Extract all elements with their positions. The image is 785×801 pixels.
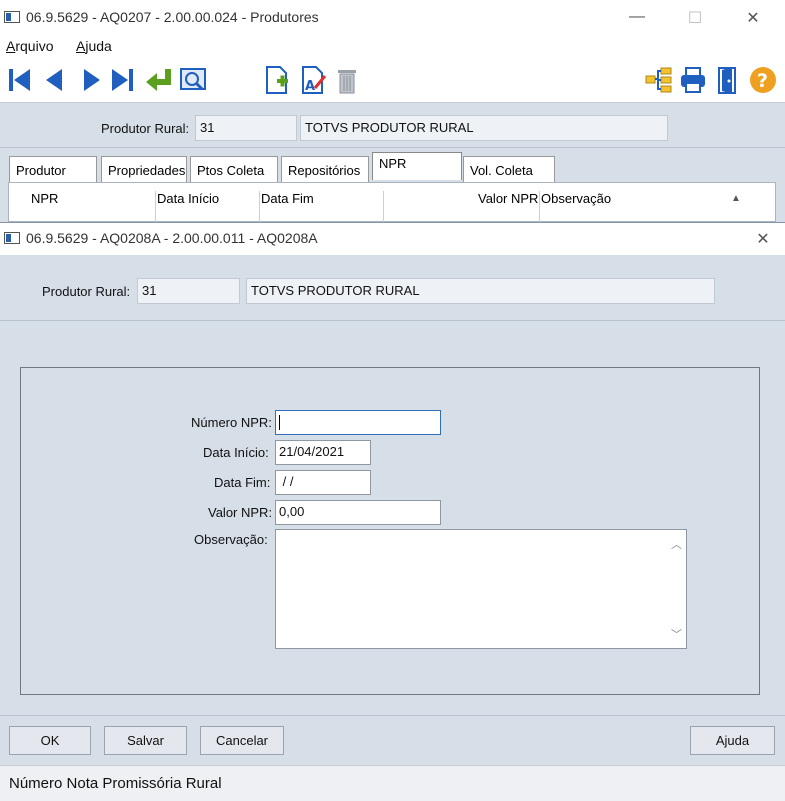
npr-grid[interactable]: NPR Data Início Data Fim Valor NPR Obser…	[8, 182, 776, 222]
app-window-icon	[4, 11, 20, 23]
valor-npr-label: Valor NPR:	[208, 505, 273, 520]
tab-ptos-coleta[interactable]: Ptos Coleta	[190, 156, 278, 182]
data-fim-input[interactable]: / /	[275, 470, 371, 495]
data-fim-label: Data Fim:	[214, 475, 271, 490]
col-divider	[383, 191, 384, 222]
produtor-name-field: TOTVS PRODUTOR RURAL	[300, 115, 668, 141]
tab-propriedades[interactable]: Propriedades	[101, 156, 187, 182]
numero-npr-label: Número NPR:	[191, 415, 272, 430]
menu-ajuda-accel: A	[76, 38, 86, 54]
col-data-inicio[interactable]: Data Início	[157, 191, 219, 206]
tab-bar: Produtor Propriedades Ptos Coleta Reposi…	[0, 148, 785, 182]
col-npr[interactable]: NPR	[31, 191, 58, 206]
tab-npr[interactable]: NPR	[372, 152, 462, 180]
numero-npr-input[interactable]	[275, 410, 441, 435]
produtores-window: 06.9.5629 - AQ0207 - 2.00.00.024 - Produ…	[0, 0, 785, 222]
edit-record-icon[interactable]: A	[298, 64, 328, 96]
observacao-textarea[interactable]: ︿ ﹀	[275, 529, 687, 649]
next-record-icon[interactable]	[76, 64, 106, 96]
zoom-search-icon[interactable]	[178, 64, 208, 96]
dialog-produtor-code-field: 31	[137, 278, 240, 304]
tab-repositorios[interactable]: Repositórios	[281, 156, 369, 182]
delete-trash-icon[interactable]	[332, 64, 362, 96]
produtor-code-field: 31	[195, 115, 297, 141]
ajuda-button[interactable]: Ajuda	[690, 726, 775, 755]
menu-ajuda-rest: juda	[85, 38, 112, 54]
scroll-up-chevron-icon[interactable]: ︿	[671, 536, 682, 552]
exit-door-icon[interactable]	[714, 64, 744, 96]
produtor-header: Produtor Rural: 31 TOTVS PRODUTOR RURAL	[0, 104, 785, 148]
window-titlebar: 06.9.5629 - AQ0207 - 2.00.00.024 - Produ…	[0, 0, 785, 36]
dialog-close-button[interactable]: ✕	[748, 229, 778, 249]
text-caret	[279, 415, 280, 431]
goto-enter-icon[interactable]	[144, 64, 174, 96]
data-inicio-input[interactable]: 21/04/2021	[275, 440, 371, 465]
help-icon[interactable]: ?	[748, 64, 778, 96]
first-record-icon[interactable]	[4, 64, 34, 96]
scroll-down-chevron-icon[interactable]: ﹀	[671, 626, 682, 642]
col-divider	[155, 191, 156, 222]
menu-arquivo-accel: A	[6, 38, 16, 54]
last-record-icon[interactable]	[108, 64, 138, 96]
col-divider	[539, 191, 540, 222]
toolbar: A ?	[0, 58, 785, 103]
col-observacao[interactable]: Observação	[541, 191, 611, 206]
dialog-titlebar: 06.9.5629 - AQ0208A - 2.00.00.011 - AQ02…	[0, 223, 785, 255]
menu-arquivo[interactable]: Arquivo	[6, 38, 53, 54]
menu-arquivo-rest: rquivo	[15, 38, 54, 54]
col-data-fim[interactable]: Data Fim	[261, 191, 314, 206]
produtor-rural-label: Produtor Rural:	[101, 121, 190, 136]
menu-ajuda[interactable]: Ajuda	[76, 38, 112, 54]
dialog-produtor-header: Produtor Rural: 31 TOTVS PRODUTOR RURAL	[0, 255, 785, 321]
maximize-button[interactable]: ☐	[680, 8, 710, 28]
menu-bar: Arquivo Ajuda	[0, 36, 785, 58]
tab-vol-coleta[interactable]: Vol. Coleta	[463, 156, 555, 182]
npr-form-panel: Número NPR: Data Início: 21/04/2021 Data…	[20, 367, 760, 695]
cancelar-button[interactable]: Cancelar	[200, 726, 284, 755]
svg-text:?: ?	[757, 70, 768, 92]
print-icon[interactable]	[678, 64, 708, 96]
tree-structure-icon[interactable]	[644, 64, 674, 96]
ok-button[interactable]: OK	[9, 726, 91, 755]
npr-dialog: 06.9.5629 - AQ0208A - 2.00.00.011 - AQ02…	[0, 222, 785, 801]
dialog-title: 06.9.5629 - AQ0208A - 2.00.00.011 - AQ02…	[26, 230, 318, 246]
dialog-produtor-rural-label: Produtor Rural:	[42, 284, 131, 299]
data-inicio-label: Data Início:	[203, 445, 269, 460]
observacao-label: Observação:	[194, 532, 268, 547]
svg-text:A: A	[305, 79, 315, 94]
salvar-button[interactable]: Salvar	[104, 726, 187, 755]
col-divider	[259, 191, 260, 222]
minimize-button[interactable]: —	[622, 8, 652, 26]
status-bar: Número Nota Promissória Rural	[0, 765, 785, 801]
scroll-up-arrow[interactable]: ▲	[731, 193, 741, 204]
col-valor-npr[interactable]: Valor NPR	[478, 191, 538, 206]
dialog-app-icon	[4, 232, 20, 244]
new-record-icon[interactable]	[262, 64, 292, 96]
close-button[interactable]: ✕	[738, 8, 768, 28]
status-text: Número Nota Promissória Rural	[9, 775, 222, 792]
window-title: 06.9.5629 - AQ0207 - 2.00.00.024 - Produ…	[26, 9, 319, 25]
tab-produtor[interactable]: Produtor	[9, 156, 97, 182]
dialog-produtor-name-field: TOTVS PRODUTOR RURAL	[246, 278, 715, 304]
valor-npr-input[interactable]: 0,00	[275, 500, 441, 525]
previous-record-icon[interactable]	[40, 64, 70, 96]
dialog-button-bar: OK Salvar Cancelar Ajuda	[0, 715, 785, 756]
